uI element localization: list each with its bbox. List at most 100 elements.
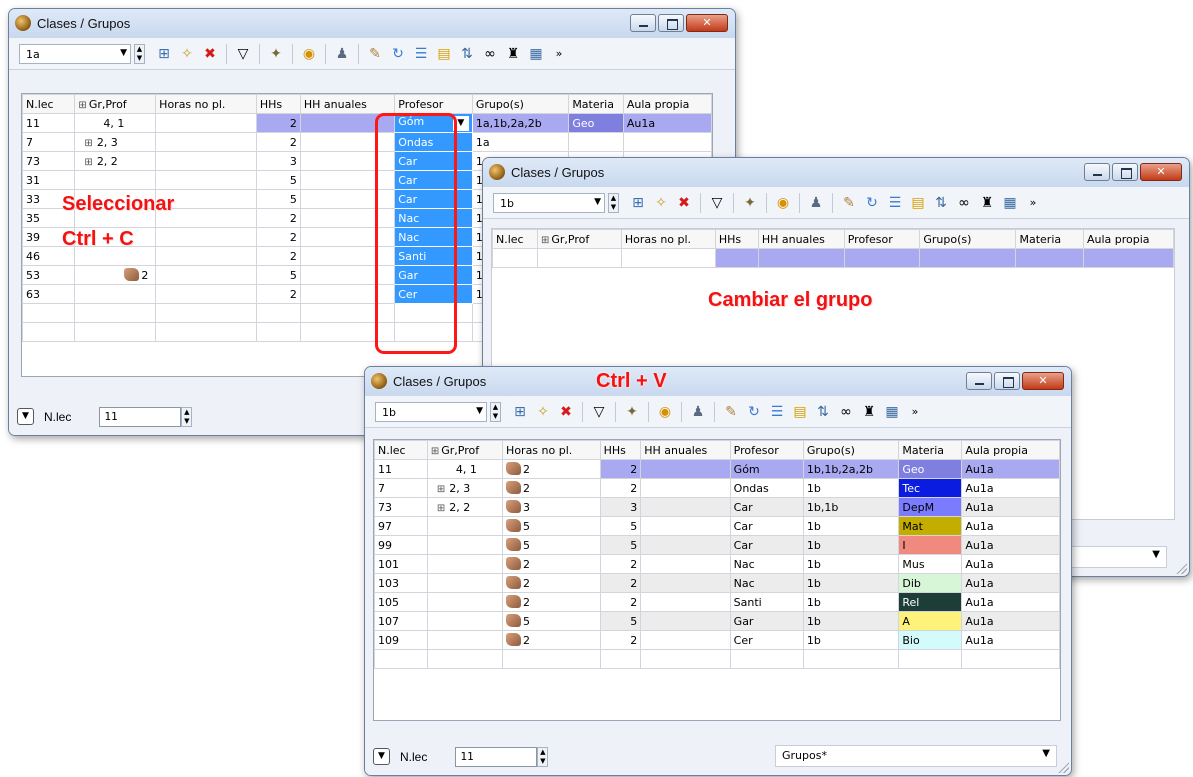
clock-icon[interactable]: ◉ [773,193,793,213]
people-icon[interactable]: ♟ [806,193,826,213]
delete-icon[interactable]: ✖ [674,193,694,213]
title-bar[interactable]: Clases / Grupos [365,367,1071,396]
column-header[interactable]: HH anuales [299,94,396,114]
edit-icon[interactable]: ✎ [365,44,385,64]
teacher-icon[interactable]: ♜ [977,193,997,213]
expand-footer-button[interactable]: ▼ [373,748,390,765]
refresh-icon[interactable]: ↻ [862,193,882,213]
sort-icon[interactable]: ⇅ [813,402,833,422]
teacher-icon[interactable]: ♜ [859,402,879,422]
table-row[interactable]: 107 5 5 Gar 1b A Au1a [374,611,1060,631]
filter-icon[interactable]: ▽ [707,193,727,213]
more-icon[interactable]: » [549,44,569,64]
refresh-icon[interactable]: ↻ [744,402,764,422]
column-header[interactable]: Horas no pl. [502,440,601,460]
link-icon[interactable]: ∞ [954,193,974,213]
report-icon[interactable]: ▤ [434,44,454,64]
new-icon[interactable]: ✧ [177,44,197,64]
column-header[interactable]: Profesor [843,229,921,249]
minimize-button[interactable] [630,14,656,32]
chevron-down-icon[interactable]: ▼ [594,197,601,207]
nlec-spinner[interactable]: ▲ ▼ [181,406,193,427]
class-spinner[interactable]: ▲ ▼ [490,401,501,422]
sort-icon[interactable]: ⇅ [457,44,477,64]
table-row[interactable]: 105 2 2 Santi 1b Rel Au1a [374,592,1060,612]
nlec-input[interactable]: 11 [455,746,538,767]
column-header[interactable]: Horas no pl. [155,94,257,114]
close-button[interactable] [686,14,728,32]
column-header[interactable]: ⊞ Gr,Prof [74,94,157,114]
class-select[interactable]: 1b ▼ [493,192,605,213]
column-header[interactable]: Aula propia [1082,229,1174,249]
edit-icon[interactable]: ✎ [839,193,859,213]
calendar-icon[interactable]: ▦ [526,44,546,64]
list-icon[interactable]: ☰ [885,193,905,213]
calendar-icon[interactable]: ▦ [882,402,902,422]
class-spinner[interactable]: ▲ ▼ [134,43,145,64]
table-row[interactable]: 97 5 5 Car 1b Mat Au1a [374,516,1060,536]
expand-all-icon[interactable]: ⊞ [431,446,439,457]
view-select[interactable]: Grupos* ▼ [775,745,1057,767]
column-header[interactable]: Aula propia [961,440,1060,460]
column-header[interactable]: Grupo(s) [471,94,570,114]
calendar-icon[interactable]: ▦ [1000,193,1020,213]
wand-icon[interactable]: ✦ [740,193,760,213]
report-icon[interactable]: ▤ [908,193,928,213]
clock-icon[interactable]: ◉ [299,44,319,64]
nlec-spinner[interactable]: ▲ ▼ [537,746,549,767]
expand-all-icon[interactable]: ⊞ [541,235,549,246]
resize-grip[interactable] [1175,562,1187,574]
table-row[interactable]: 73 ⊞ 2, 2 3 3 Car 1b,1b DepM Au1a [374,497,1060,517]
resize-grip[interactable] [1057,761,1069,773]
chevron-down-icon[interactable]: ▼ [1152,549,1160,560]
column-header[interactable]: N.lec [374,440,428,460]
table-row[interactable]: 11 4, 1 2 Góm ▼ 1a,1b,2a,2b Geo Au1a [22,113,712,133]
column-header[interactable]: Aula propia [622,94,712,114]
delete-icon[interactable]: ✖ [556,402,576,422]
table-row[interactable]: 109 2 2 Cer 1b Bio Au1a [374,630,1060,650]
report-icon[interactable]: ▤ [790,402,810,422]
wand-icon[interactable]: ✦ [622,402,642,422]
table-row[interactable]: 103 2 2 Nac 1b Dib Au1a [374,573,1060,593]
sort-icon[interactable]: ⇅ [931,193,951,213]
filter-icon[interactable]: ▽ [589,402,609,422]
minimize-button[interactable] [966,372,992,390]
column-header[interactable]: HHs [255,94,301,114]
column-header[interactable]: HHs [599,440,642,460]
new-icon[interactable]: ✧ [651,193,671,213]
link-icon[interactable]: ∞ [480,44,500,64]
class-spinner[interactable]: ▲ ▼ [608,192,619,213]
refresh-icon[interactable]: ↻ [388,44,408,64]
column-header[interactable]: Profesor [729,440,804,460]
delete-icon[interactable]: ✖ [200,44,220,64]
column-header[interactable]: HH anuales [640,440,731,460]
more-icon[interactable]: » [905,402,925,422]
column-header[interactable]: ⊞ Gr,Prof [426,440,504,460]
title-bar[interactable]: Clases / Grupos [9,9,735,38]
class-select[interactable]: 1b ▼ [375,401,487,422]
column-header[interactable]: N.lec [22,94,76,114]
table-row[interactable]: 99 5 5 Car 1b I Au1a [374,535,1060,555]
link-icon[interactable]: ∞ [836,402,856,422]
chevron-down-icon[interactable]: ▼ [120,48,127,58]
filter-icon[interactable]: ▽ [233,44,253,64]
edit-icon[interactable]: ✎ [721,402,741,422]
title-bar[interactable]: Clases / Grupos [483,158,1189,187]
chevron-down-icon[interactable]: ▼ [1042,748,1050,759]
minimize-button[interactable] [1084,163,1110,181]
close-button[interactable] [1140,163,1182,181]
more-icon[interactable]: » [1023,193,1043,213]
grid-add-icon[interactable]: ⊞ [510,402,530,422]
expand-icon[interactable]: ⊞ [437,484,445,495]
expand-icon[interactable]: ⊞ [84,157,92,168]
list-icon[interactable]: ☰ [767,402,787,422]
column-header[interactable]: Materia [1015,229,1084,249]
teacher-icon[interactable]: ♜ [503,44,523,64]
maximize-button[interactable] [994,372,1020,390]
grid-add-icon[interactable]: ⊞ [628,193,648,213]
people-icon[interactable]: ♟ [688,402,708,422]
expand-icon[interactable]: ⊞ [84,138,92,149]
column-header[interactable]: ⊞ Gr,Prof [536,229,622,249]
column-header[interactable]: HH anuales [757,229,845,249]
list-icon[interactable]: ☰ [411,44,431,64]
